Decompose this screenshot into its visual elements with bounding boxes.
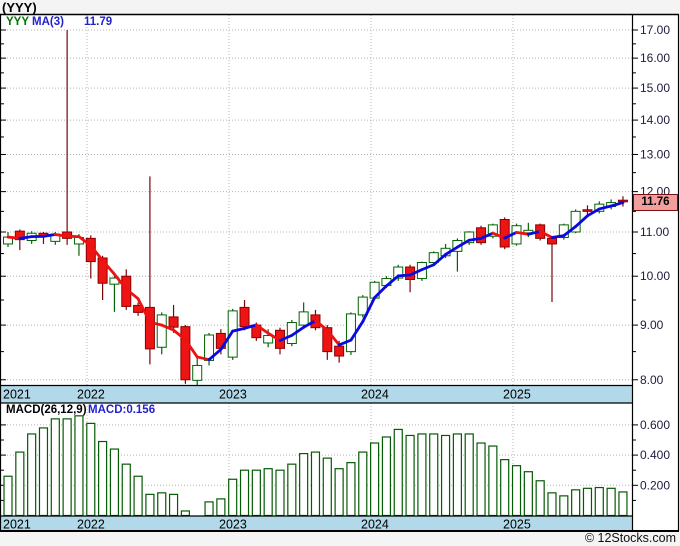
svg-text:2021: 2021 <box>3 388 31 402</box>
svg-text:2025: 2025 <box>503 518 531 532</box>
macd-legend-value: MACD:0.156 <box>88 404 156 416</box>
svg-text:15.00: 15.00 <box>640 81 670 95</box>
svg-text:0.600: 0.600 <box>640 418 670 432</box>
svg-text:16.00: 16.00 <box>640 51 670 65</box>
copyright-watermark: © 12Stocks.com <box>584 531 676 545</box>
svg-text:17.00: 17.00 <box>640 23 670 37</box>
svg-text:2022: 2022 <box>77 518 105 532</box>
svg-text:0.200: 0.200 <box>640 478 670 492</box>
svg-text:2024: 2024 <box>361 518 389 532</box>
svg-text:11.00: 11.00 <box>640 225 669 239</box>
macd-legend-label: MACD(26,12,9) <box>6 404 87 416</box>
last-price-marker: 11.76 <box>633 194 678 211</box>
svg-text:14.00: 14.00 <box>640 113 670 127</box>
svg-text:2023: 2023 <box>219 518 247 532</box>
svg-text:2022: 2022 <box>77 388 105 402</box>
svg-text:13.00: 13.00 <box>640 147 670 161</box>
svg-text:0.400: 0.400 <box>640 448 670 462</box>
stock-chart-page: 8.00 9.00 10.00 11.00 12.00 13.00 14.00 15.00 16… <box>0 0 680 546</box>
legend-ma-label: MA(3) <box>32 16 64 28</box>
svg-text:2023: 2023 <box>219 388 247 402</box>
svg-text:2024: 2024 <box>361 388 389 402</box>
legend-symbol: YYY <box>6 16 30 28</box>
chart-canvas: 8.009.0010.0011.0012.0013.0014.0015.0016… <box>0 13 680 532</box>
svg-text:8.00: 8.00 <box>640 373 664 387</box>
svg-text:2025: 2025 <box>503 388 531 402</box>
legend-ma-value: 11.79 <box>84 16 113 28</box>
svg-text:2021: 2021 <box>3 518 31 532</box>
svg-text:9.00: 9.00 <box>640 318 664 332</box>
page-title: (YYY) <box>2 0 37 15</box>
svg-text:10.00: 10.00 <box>640 269 670 283</box>
